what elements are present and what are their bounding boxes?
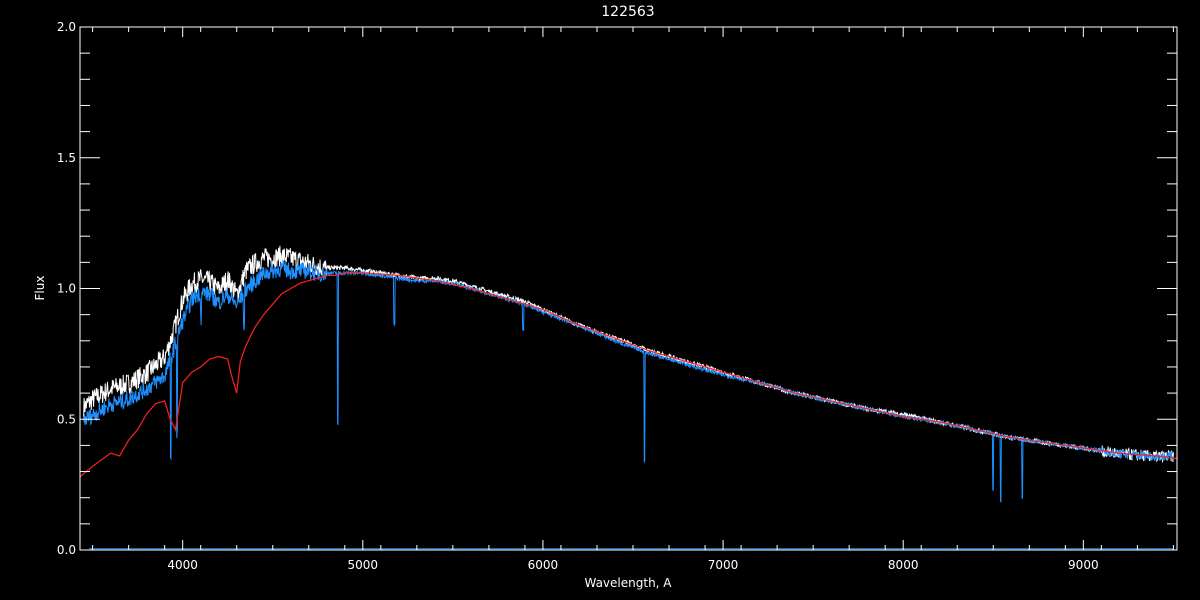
chart-title: 122563 — [601, 4, 654, 20]
x-tick-label: 5000 — [348, 558, 379, 572]
spectrum-chart: 122563 4000 5000 6000 7000 8000 9000 0.0 0.5 1.0… — [0, 0, 1200, 600]
y-tick-label: 2.0 — [57, 20, 76, 34]
y-axis-label: Flux — [33, 276, 47, 301]
x-axis-label: Wavelength, A — [584, 576, 672, 590]
x-tick-label: 4000 — [167, 558, 198, 572]
chart-background — [0, 0, 1200, 600]
y-tick-label: 0.5 — [57, 412, 76, 426]
x-tick-label: 7000 — [708, 558, 739, 572]
x-tick-label: 6000 — [528, 558, 559, 572]
y-tick-label: 1.0 — [57, 282, 76, 296]
x-tick-label: 8000 — [888, 558, 919, 572]
x-tick-label: 9000 — [1068, 558, 1099, 572]
y-tick-label: 1.5 — [57, 151, 76, 165]
y-tick-label: 0.0 — [57, 543, 76, 557]
